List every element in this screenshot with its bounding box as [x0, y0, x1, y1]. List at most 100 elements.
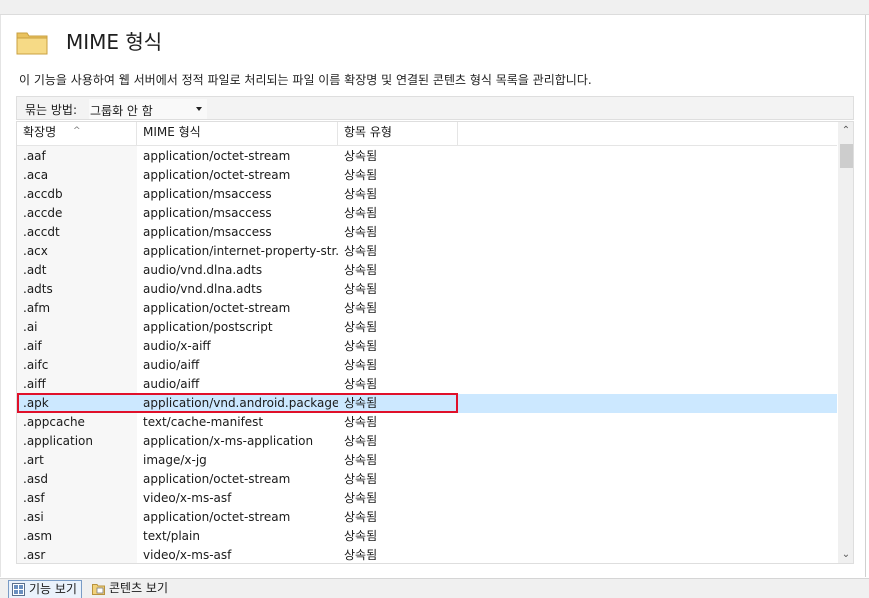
cell-mime-type: application/octet-stream — [143, 168, 291, 182]
window-top-strip — [0, 0, 869, 15]
cell-entry-type: 상속됨 — [344, 377, 378, 391]
table-row[interactable]: .adt audio/vnd.dlna.adts 상속됨 — [17, 261, 837, 280]
page-description: 이 기능을 사용하여 웹 서버에서 정적 파일로 처리되는 파일 이름 확장명 … — [19, 73, 592, 87]
group-by-toolbar: 묶는 방법: 그룹화 안 함 — [16, 96, 854, 120]
table-row[interactable]: .asd application/octet-stream 상속됨 — [17, 470, 837, 489]
table-row[interactable]: .asr video/x-ms-asf 상속됨 — [17, 546, 837, 563]
table-row[interactable]: .accdb application/msaccess 상속됨 — [17, 185, 837, 204]
cell-extension: .appcache — [23, 415, 85, 429]
table-row[interactable]: .asi application/octet-stream 상속됨 — [17, 508, 837, 527]
tab-content-view-label: 콘텐츠 보기 — [109, 581, 169, 595]
cell-extension: .asi — [23, 510, 44, 524]
dropdown-arrow-icon — [196, 107, 202, 111]
cell-extension: .afm — [23, 301, 51, 315]
cell-extension: .application — [23, 434, 94, 448]
cell-mime-type: application/octet-stream — [143, 149, 291, 163]
chevron-down-icon[interactable]: ⌄ — [838, 546, 853, 563]
cell-entry-type: 상속됨 — [344, 225, 378, 239]
cell-extension: .acx — [23, 244, 48, 258]
cell-entry-type: 상속됨 — [344, 168, 378, 182]
cell-mime-type: application/octet-stream — [143, 472, 291, 486]
cell-extension: .adt — [23, 263, 47, 277]
table-row[interactable]: .aiff audio/aiff 상속됨 — [17, 375, 837, 394]
folder-icon — [16, 32, 48, 55]
table-row[interactable]: .accde application/msaccess 상속됨 — [17, 204, 837, 223]
cell-entry-type: 상속됨 — [344, 149, 378, 163]
cell-extension: .asf — [23, 491, 45, 505]
cell-mime-type: audio/x-aiff — [143, 339, 211, 353]
cell-extension: .accdt — [23, 225, 60, 239]
column-header-mime-type[interactable]: MIME 형식 — [137, 122, 338, 145]
cell-entry-type: 상속됨 — [344, 301, 378, 315]
cell-entry-type: 상속됨 — [344, 434, 378, 448]
table-row[interactable]: .afm application/octet-stream 상속됨 — [17, 299, 837, 318]
column-header-extension-label: 확장명 — [23, 125, 57, 139]
table-row[interactable]: .aca application/octet-stream 상속됨 — [17, 166, 837, 185]
cell-mime-type: application/vnd.android.package... — [143, 396, 338, 410]
cell-entry-type: 상속됨 — [344, 453, 378, 467]
cell-extension: .aif — [23, 339, 42, 353]
content-view-icon — [92, 584, 105, 595]
page-title: MIME 형식 — [66, 30, 163, 54]
features-view-icon — [12, 583, 25, 596]
cell-entry-type: 상속됨 — [344, 320, 378, 334]
cell-mime-type: application/msaccess — [143, 206, 272, 220]
cell-extension: .art — [23, 453, 44, 467]
cell-extension: .accde — [23, 206, 63, 220]
cell-entry-type: 상속됨 — [344, 472, 378, 486]
column-header-extension[interactable]: 확장명 ^ — [17, 122, 137, 145]
cell-entry-type: 상속됨 — [344, 244, 378, 258]
cell-mime-type: text/cache-manifest — [143, 415, 264, 429]
group-by-label: 묶는 방법: — [25, 103, 78, 117]
table-row-selected[interactable]: .apk application/vnd.android.package... 상속… — [17, 393, 837, 413]
table-row[interactable]: .aif audio/x-aiff 상속됨 — [17, 337, 837, 356]
cell-entry-type: 상속됨 — [344, 529, 378, 543]
cell-mime-type: application/postscript — [143, 320, 273, 334]
table-row[interactable]: .art image/x-jg 상속됨 — [17, 451, 837, 470]
table-row[interactable]: .adts audio/vnd.dlna.adts 상속됨 — [17, 280, 837, 299]
cell-extension: .aca — [23, 168, 49, 182]
column-header-entry-type[interactable]: 항목 유형 — [338, 122, 458, 145]
tab-content-view[interactable]: 콘텐츠 보기 — [89, 580, 168, 598]
cell-mime-type: application/msaccess — [143, 187, 272, 201]
cell-entry-type: 상속됨 — [344, 187, 378, 201]
cell-extension: .asr — [23, 548, 46, 562]
table-row[interactable]: .ai application/postscript 상속됨 — [17, 318, 837, 337]
tab-features-view-label: 기능 보기 — [29, 582, 77, 596]
cell-entry-type: 상속됨 — [344, 510, 378, 524]
table-row[interactable]: .asf video/x-ms-asf 상속됨 — [17, 489, 837, 508]
cell-mime-type: application/internet-property-str... — [143, 244, 338, 258]
cell-entry-type: 상속됨 — [344, 282, 378, 296]
chevron-up-icon[interactable]: ⌃ — [838, 122, 853, 139]
cell-mime-type: audio/aiff — [143, 377, 200, 391]
group-by-dropdown[interactable]: 그룹화 안 함 — [89, 99, 207, 119]
cell-entry-type: 상속됨 — [344, 548, 378, 562]
table-row[interactable]: .aifc audio/aiff 상속됨 — [17, 356, 837, 375]
list-header: 확장명 ^ MIME 형식 항목 유형 — [17, 122, 837, 146]
tab-features-view[interactable]: 기능 보기 — [8, 580, 82, 598]
cell-extension: .aifc — [23, 358, 49, 372]
table-row[interactable]: .acx application/internet-property-str...… — [17, 242, 837, 261]
table-row[interactable]: .aaf application/octet-stream 상속됨 — [17, 147, 837, 166]
cell-extension: .aaf — [23, 149, 46, 163]
cell-entry-type: 상속됨 — [344, 415, 378, 429]
scrollbar-thumb[interactable] — [840, 144, 853, 168]
vertical-scrollbar[interactable]: ⌃ ⌄ — [838, 122, 853, 563]
cell-entry-type: 상속됨 — [344, 491, 378, 505]
cell-extension: .accdb — [23, 187, 63, 201]
table-row[interactable]: .asm text/plain 상속됨 — [17, 527, 837, 546]
mime-types-list: 확장명 ^ MIME 형식 항목 유형 .aaf application/octe… — [16, 121, 854, 564]
cell-mime-type: application/octet-stream — [143, 301, 291, 315]
group-by-value: 그룹화 안 함 — [90, 104, 153, 118]
bottom-view-tabs: 기능 보기 콘텐츠 보기 — [0, 578, 869, 598]
table-row[interactable]: .accdt application/msaccess 상속됨 — [17, 223, 837, 242]
table-row[interactable]: .application application/x-ms-application… — [17, 432, 837, 451]
cell-mime-type: video/x-ms-asf — [143, 491, 232, 505]
cell-mime-type: audio/vnd.dlna.adts — [143, 282, 263, 296]
cell-extension: .ai — [23, 320, 38, 334]
cell-extension: .adts — [23, 282, 53, 296]
table-row[interactable]: .appcache text/cache-manifest 상속됨 — [17, 413, 837, 432]
cell-mime-type: image/x-jg — [143, 453, 207, 467]
cell-extension: .asd — [23, 472, 49, 486]
cell-mime-type: audio/aiff — [143, 358, 200, 372]
